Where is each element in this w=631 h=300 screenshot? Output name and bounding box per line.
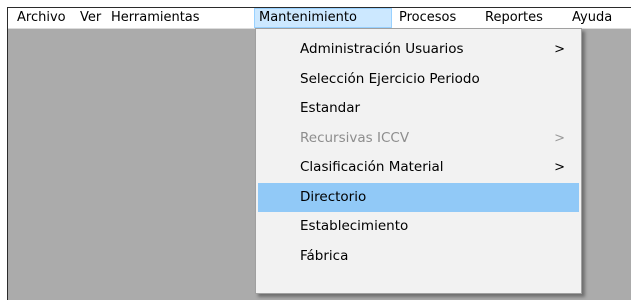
menu-bar: Archivo Ver Herramientas Mantenimiento P… [8,8,631,29]
menu-item-label: Establecimiento [300,218,409,234]
menu-item-label: Recursivas ICCV [300,130,410,146]
menu-item-establecimiento[interactable]: Establecimiento [258,212,579,241]
submenu-arrow-icon: > [554,42,565,57]
menu-reportes[interactable]: Reportes [480,8,548,28]
menu-item-label: Selección Ejercicio Periodo [300,71,480,87]
menu-item-fabrica[interactable]: Fábrica [258,242,579,271]
menu-ayuda[interactable]: Ayuda [567,8,617,28]
menu-item-directorio[interactable]: Directorio [258,183,579,212]
menu-item-recursivas-iccv: Recursivas ICCV > [258,124,579,153]
menu-procesos[interactable]: Procesos [394,8,461,28]
menu-herramientas[interactable]: Herramientas [106,8,205,28]
menu-item-seleccion-ejercicio-periodo[interactable]: Selección Ejercicio Periodo [258,65,579,94]
menu-item-label: Administración Usuarios [300,41,464,57]
menu-item-label: Directorio [300,189,367,205]
submenu-arrow-icon: > [554,160,565,175]
menu-mantenimiento[interactable]: Mantenimiento [254,8,392,28]
menu-item-clasificacion-material[interactable]: Clasificación Material > [258,153,579,182]
menu-item-label: Fábrica [300,248,349,264]
menu-item-label: Clasificación Material [300,159,444,175]
menu-ver[interactable]: Ver [75,8,106,28]
menu-item-label: Estandar [300,100,361,116]
submenu-arrow-icon: > [554,131,565,146]
mantenimiento-dropdown-menu: Administración Usuarios > Selección Ejer… [255,28,582,294]
menu-archivo[interactable]: Archivo [12,8,71,28]
menu-item-estandar[interactable]: Estandar [258,94,579,123]
menu-item-administracion-usuarios[interactable]: Administración Usuarios > [258,35,579,64]
application-window: Archivo Ver Herramientas Mantenimiento P… [7,7,631,300]
